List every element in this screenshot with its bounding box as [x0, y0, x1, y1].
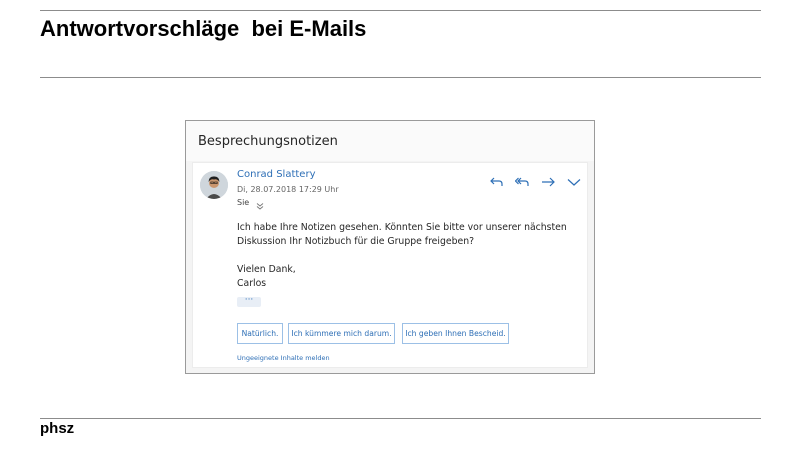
chevron-down-icon[interactable]: [566, 174, 582, 190]
reply-icon[interactable]: [489, 174, 505, 190]
body-line-2: Diskussion Ihr Notizbuch für die Gruppe …: [237, 236, 475, 247]
avatar[interactable]: [200, 171, 228, 199]
forward-icon[interactable]: [540, 174, 556, 190]
closing-line-2: Carlos: [237, 278, 267, 289]
suggested-reply-3[interactable]: Ich geben Ihnen Bescheid.: [402, 323, 509, 344]
title-underline-rule: [40, 77, 761, 78]
closing-line-1: Vielen Dank,: [237, 264, 296, 275]
email-screenshot: Besprechungsnotizen Conrad Slattery Di, …: [185, 120, 595, 374]
recipient-label: Sie: [237, 198, 250, 207]
suggested-reply-1[interactable]: Natürlich.: [237, 323, 283, 344]
body-line-1: Ich habe Ihre Notizen gesehen. Könnten S…: [237, 222, 567, 233]
sent-date: Di, 28.07.2018 17:29 Uhr: [237, 185, 339, 194]
suggested-reply-2[interactable]: Ich kümmere mich darum.: [288, 323, 395, 344]
reply-all-icon[interactable]: [514, 174, 531, 190]
email-subject: Besprechungsnotizen: [198, 134, 338, 149]
message-card: Conrad Slattery Di, 28.07.2018 17:29 Uhr…: [192, 162, 588, 368]
report-content-link[interactable]: Ungeeignete Inhalte melden: [237, 354, 330, 362]
subject-bar: Besprechungsnotizen: [186, 121, 594, 161]
slide-title: Antwortvorschläge bei E-Mails: [40, 16, 367, 41]
expand-recipients-icon[interactable]: [256, 197, 264, 215]
top-rule: [40, 10, 761, 11]
show-more-button[interactable]: ···: [237, 296, 261, 307]
footer-text: phsz: [40, 420, 75, 437]
footer-rule: [40, 418, 761, 419]
sender-name[interactable]: Conrad Slattery: [237, 169, 315, 180]
